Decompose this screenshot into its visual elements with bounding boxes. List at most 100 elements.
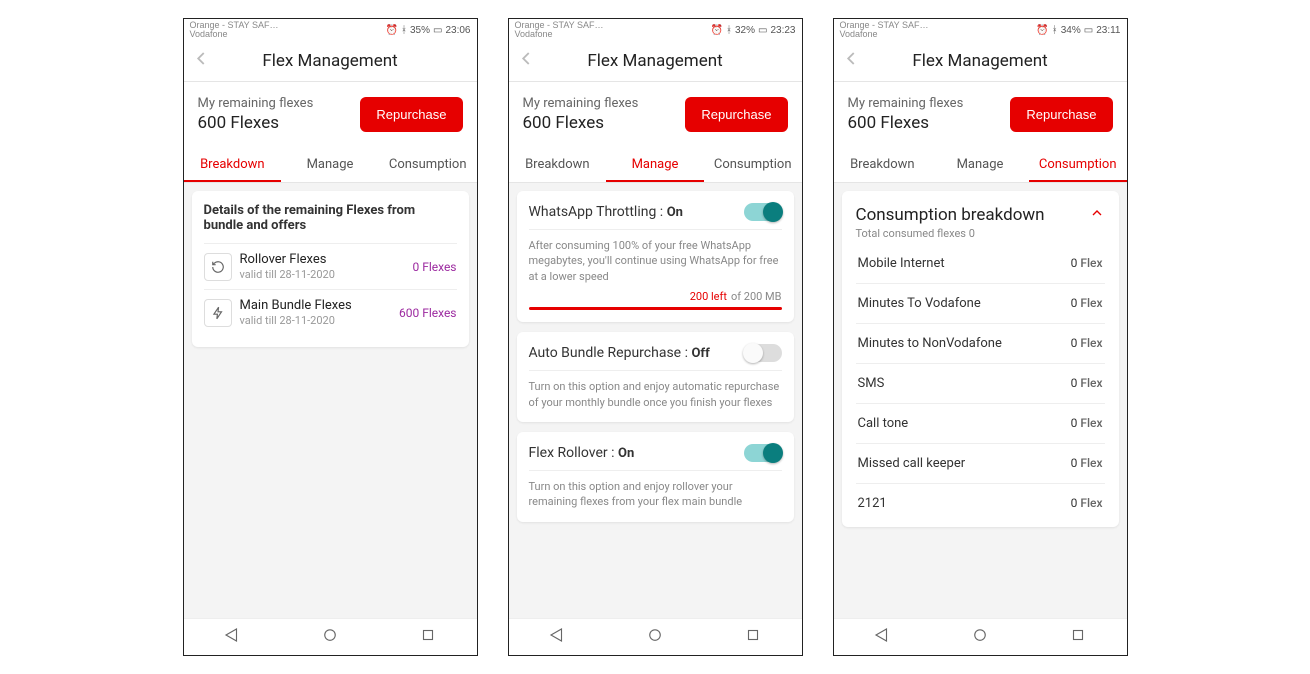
tab-consumption[interactable]: Consumption xyxy=(1029,147,1127,182)
flex-item[interactable]: Main Bundle Flexes valid till 28-11-2020… xyxy=(204,289,457,335)
cons-name: 2121 xyxy=(858,496,887,511)
content-area: Consumption breakdown Total consumed fle… xyxy=(834,183,1127,618)
nav-back-icon[interactable] xyxy=(548,626,566,648)
nav-recent-icon[interactable] xyxy=(744,626,762,648)
page-title: Flex Management xyxy=(262,51,397,71)
cons-value: 0 Flex xyxy=(1071,416,1103,431)
status-bar: Orange - STAY SAF… Vodafone ⏰ ᚼ 35% ▭ 23… xyxy=(184,19,477,41)
repurchase-button[interactable]: Repurchase xyxy=(360,97,462,132)
consumption-row: Mobile Internet 0 Flex xyxy=(856,244,1105,283)
consumption-row: Minutes To Vodafone0 Flex xyxy=(856,283,1105,323)
tab-manage[interactable]: Manage xyxy=(606,147,704,182)
auto-state: Off xyxy=(691,346,709,361)
battery-icon: ▭ xyxy=(1084,25,1093,36)
page-title: Flex Management xyxy=(587,51,722,71)
whatsapp-desc: After consuming 100% of your free WhatsA… xyxy=(529,229,782,284)
cons-name: Call tone xyxy=(858,416,909,431)
consumption-subtitle: Total consumed flexes 0 xyxy=(856,227,1045,240)
content-area: Details of the remaining Flexes from bun… xyxy=(184,183,477,618)
consumption-row: SMS 0 Flex xyxy=(856,363,1105,403)
cons-value: 0 Flex xyxy=(1071,376,1103,391)
flex-valid: valid till 28-11-2020 xyxy=(240,268,413,281)
flex-name: Main Bundle Flexes xyxy=(240,298,399,313)
tab-manage[interactable]: Manage xyxy=(931,147,1029,182)
app-bar: Flex Management xyxy=(184,41,477,82)
nav-recent-icon[interactable] xyxy=(419,626,437,648)
screen-consumption: Orange - STAY SAF… Vodafone ⏰ ᚼ 34% ▭ 23… xyxy=(833,18,1128,656)
bluetooth-icon: ᚼ xyxy=(401,25,407,36)
repurchase-button[interactable]: Repurchase xyxy=(1010,97,1112,132)
clock-text: 23:11 xyxy=(1096,25,1120,36)
rollover-desc: Turn on this option and enjoy rollover y… xyxy=(529,470,782,510)
whatsapp-left: 200 left xyxy=(690,290,727,303)
breakdown-heading: Details of the remaining Flexes from bun… xyxy=(204,203,457,233)
cons-value: 0 Flex xyxy=(1071,336,1103,351)
tab-breakdown[interactable]: Breakdown xyxy=(834,147,932,182)
consumption-row: Call tone 0 Flex xyxy=(856,403,1105,443)
whatsapp-toggle[interactable] xyxy=(744,203,782,221)
cons-name: Mobile Internet xyxy=(858,256,945,271)
consumption-card: Consumption breakdown Total consumed fle… xyxy=(842,191,1119,527)
nav-home-icon[interactable] xyxy=(321,626,339,648)
page-title: Flex Management xyxy=(912,51,1047,71)
status-bar: Orange - STAY SAF… Vodafone ⏰ ᚼ 32% ▭ 23… xyxy=(509,19,802,41)
tab-breakdown[interactable]: Breakdown xyxy=(509,147,607,182)
remaining-value: 600 Flexes xyxy=(523,113,639,133)
battery-text: 32% xyxy=(735,25,755,36)
summary-row: My remaining flexes 600 Flexes Repurchas… xyxy=(834,82,1127,147)
status-bar: Orange - STAY SAF… Vodafone ⏰ ᚼ 34% ▭ 23… xyxy=(834,19,1127,41)
breakdown-card: Details of the remaining Flexes from bun… xyxy=(192,191,469,347)
cons-name: SMS xyxy=(858,376,885,391)
tab-breakdown[interactable]: Breakdown xyxy=(184,147,282,182)
summary-row: My remaining flexes 600 Flexes Repurchas… xyxy=(184,82,477,147)
cons-value: 0 Flex xyxy=(1071,456,1103,471)
flex-name: Rollover Flexes xyxy=(240,252,413,267)
repurchase-button[interactable]: Repurchase xyxy=(685,97,787,132)
alarm-icon: ⏰ xyxy=(1036,25,1048,36)
app-bar: Flex Management xyxy=(834,41,1127,82)
nav-home-icon[interactable] xyxy=(971,626,989,648)
back-button[interactable] xyxy=(840,48,862,75)
screen-breakdown: Orange - STAY SAF… Vodafone ⏰ ᚼ 35% ▭ 23… xyxy=(183,18,478,656)
carrier-text: Orange - STAY SAF… Vodafone xyxy=(515,21,604,39)
nav-home-icon[interactable] xyxy=(646,626,664,648)
tabs: Breakdown Manage Consumption xyxy=(184,147,477,183)
whatsapp-progress xyxy=(529,307,782,310)
remaining-value: 600 Flexes xyxy=(198,113,314,133)
bundle-icon xyxy=(204,299,232,327)
nav-back-icon[interactable] xyxy=(873,626,891,648)
bluetooth-icon: ᚼ xyxy=(726,25,732,36)
tab-consumption[interactable]: Consumption xyxy=(704,147,802,182)
alarm-icon: ⏰ xyxy=(711,25,723,36)
rollover-state: On xyxy=(618,446,634,461)
flex-item[interactable]: Rollover Flexes valid till 28-11-2020 0 … xyxy=(204,243,457,289)
tab-manage[interactable]: Manage xyxy=(281,147,379,182)
back-button[interactable] xyxy=(515,48,537,75)
rollover-label: Flex Rollover : xyxy=(529,445,615,461)
bluetooth-icon: ᚼ xyxy=(1052,25,1058,36)
remaining-label: My remaining flexes xyxy=(523,96,639,111)
auto-toggle[interactable] xyxy=(744,344,782,362)
tabs: Breakdown Manage Consumption xyxy=(834,147,1127,183)
tab-consumption[interactable]: Consumption xyxy=(379,147,477,182)
flex-amount: 600 Flexes xyxy=(399,306,457,320)
consumption-row: Missed call keeper0 Flex xyxy=(856,443,1105,483)
auto-desc: Turn on this option and enjoy automatic … xyxy=(529,370,782,410)
collapse-icon[interactable] xyxy=(1089,205,1105,225)
cons-value: 0 Flex xyxy=(1071,256,1103,271)
remaining-value: 600 Flexes xyxy=(848,113,964,133)
android-navbar xyxy=(184,618,477,655)
back-button[interactable] xyxy=(190,48,212,75)
whatsapp-card: WhatsApp Throttling : On After consuming… xyxy=(517,191,794,322)
flex-amount: 0 Flexes xyxy=(412,260,456,274)
nav-back-icon[interactable] xyxy=(223,626,241,648)
rollover-card: Flex Rollover : On Turn on this option a… xyxy=(517,432,794,522)
battery-text: 34% xyxy=(1061,25,1081,36)
carrier-text: Orange - STAY SAF… Vodafone xyxy=(190,21,279,39)
rollover-toggle[interactable] xyxy=(744,444,782,462)
nav-recent-icon[interactable] xyxy=(1069,626,1087,648)
tabs: Breakdown Manage Consumption xyxy=(509,147,802,183)
battery-icon: ▭ xyxy=(433,25,442,36)
consumption-row: Minutes to NonVodafone0 Flex xyxy=(856,323,1105,363)
content-area: WhatsApp Throttling : On After consuming… xyxy=(509,183,802,618)
